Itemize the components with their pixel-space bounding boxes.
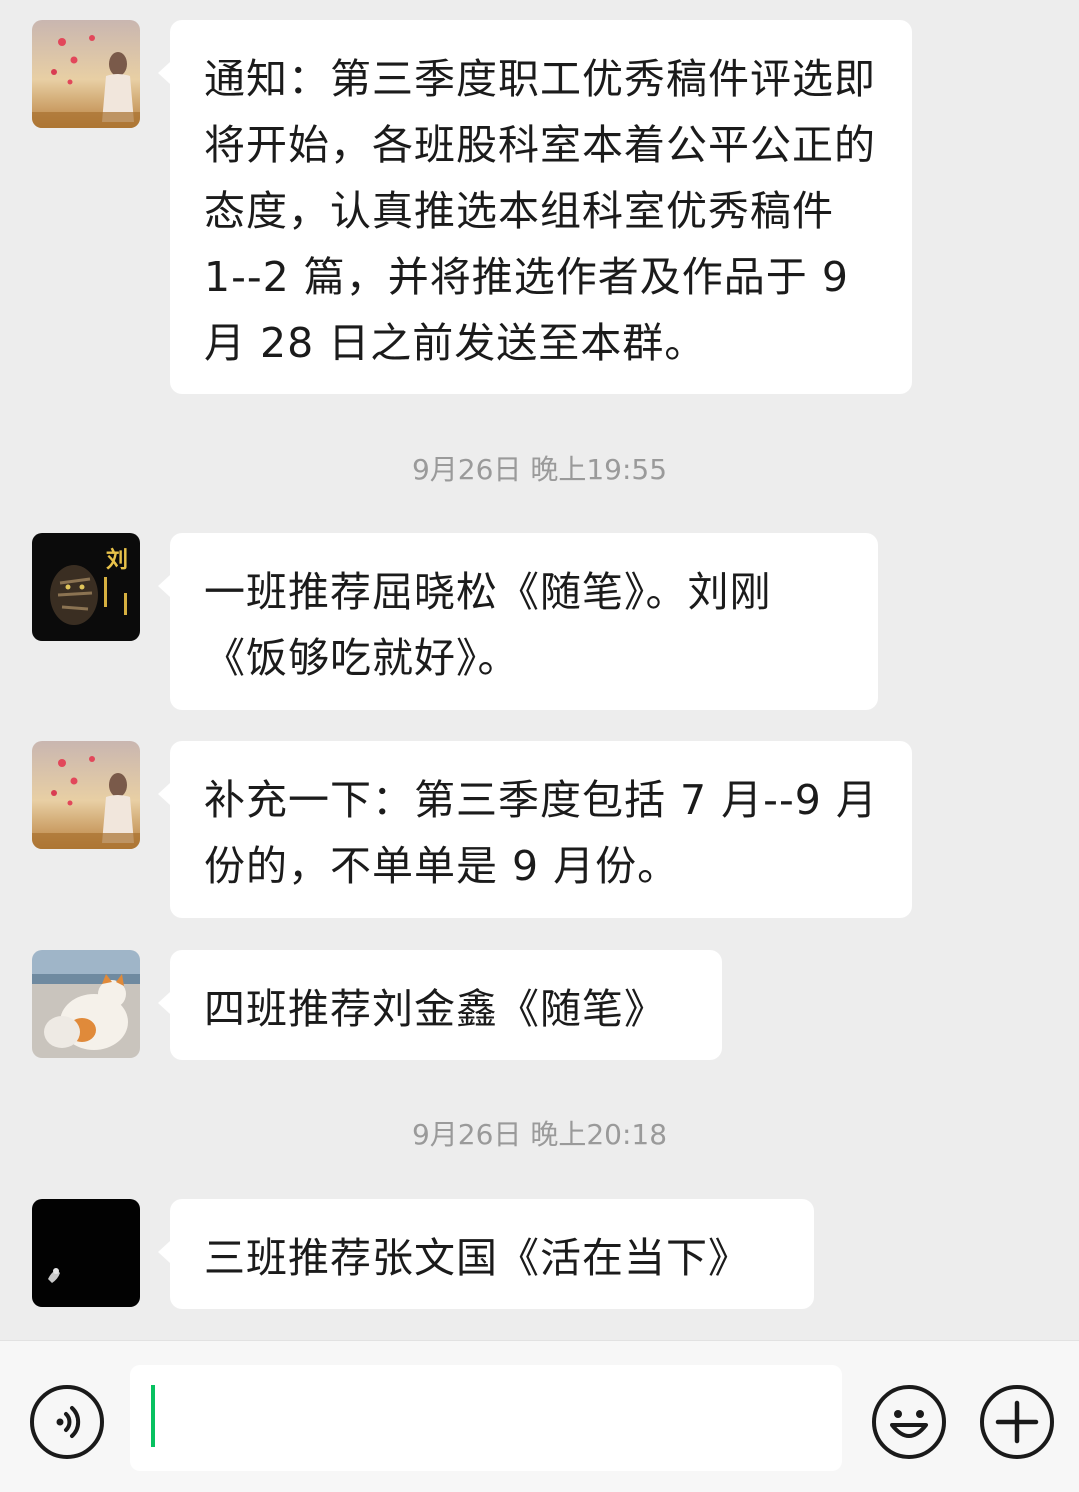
plus-icon[interactable] bbox=[980, 1385, 1054, 1459]
dark-bird-avatar[interactable] bbox=[32, 1199, 140, 1307]
message-input[interactable] bbox=[130, 1365, 842, 1471]
timestamp: 9月26日 晚上19:55 bbox=[411, 453, 668, 486]
message-bubble[interactable]: 通知：第三季度职工优秀稿件评选即将开始，各班股科室本着公平公正的态度，认真推选本… bbox=[158, 20, 912, 394]
input-bar bbox=[0, 1340, 1079, 1492]
message-text: 一班推荐屈晓松《随笔》。刘刚《饭够吃就好》。 bbox=[204, 568, 772, 682]
message-bubble[interactable]: 四班推荐刘金鑫《随笔》 bbox=[158, 950, 722, 1060]
girl-sunset-avatar[interactable] bbox=[32, 20, 140, 128]
emoji-icon[interactable] bbox=[872, 1385, 946, 1459]
message-text: 四班推荐刘金鑫《随笔》 bbox=[204, 985, 666, 1033]
message-text: 三班推荐张文国《活在当下》 bbox=[204, 1234, 750, 1282]
message-bubble[interactable]: 一班推荐屈晓松《随笔》。刘刚《饭够吃就好》。 bbox=[158, 533, 878, 710]
message-text: 补充一下：第三季度包括 7 月--9 月份的，不单单是 9 月份。 bbox=[204, 776, 878, 890]
tiger-liu-avatar[interactable]: 刘 bbox=[32, 533, 140, 641]
voice-icon[interactable] bbox=[30, 1385, 104, 1459]
message-bubble[interactable]: 三班推荐张文国《活在当下》 bbox=[158, 1199, 814, 1309]
message-text: 通知：第三季度职工优秀稿件评选即将开始，各班股科室本着公平公正的态度，认真推选本… bbox=[204, 55, 876, 367]
girl-sunset-avatar[interactable] bbox=[32, 741, 140, 849]
svg-text:刘: 刘 bbox=[106, 547, 128, 573]
message-bubble[interactable]: 补充一下：第三季度包括 7 月--9 月份的，不单单是 9 月份。 bbox=[158, 741, 912, 918]
cat-seaside-avatar[interactable] bbox=[32, 950, 140, 1058]
chat-area[interactable]: 通知：第三季度职工优秀稿件评选即将开始，各班股科室本着公平公正的态度，认真推选本… bbox=[0, 0, 1079, 1340]
timestamp: 9月26日 晚上20:18 bbox=[411, 1118, 668, 1151]
text-cursor bbox=[151, 1385, 155, 1447]
